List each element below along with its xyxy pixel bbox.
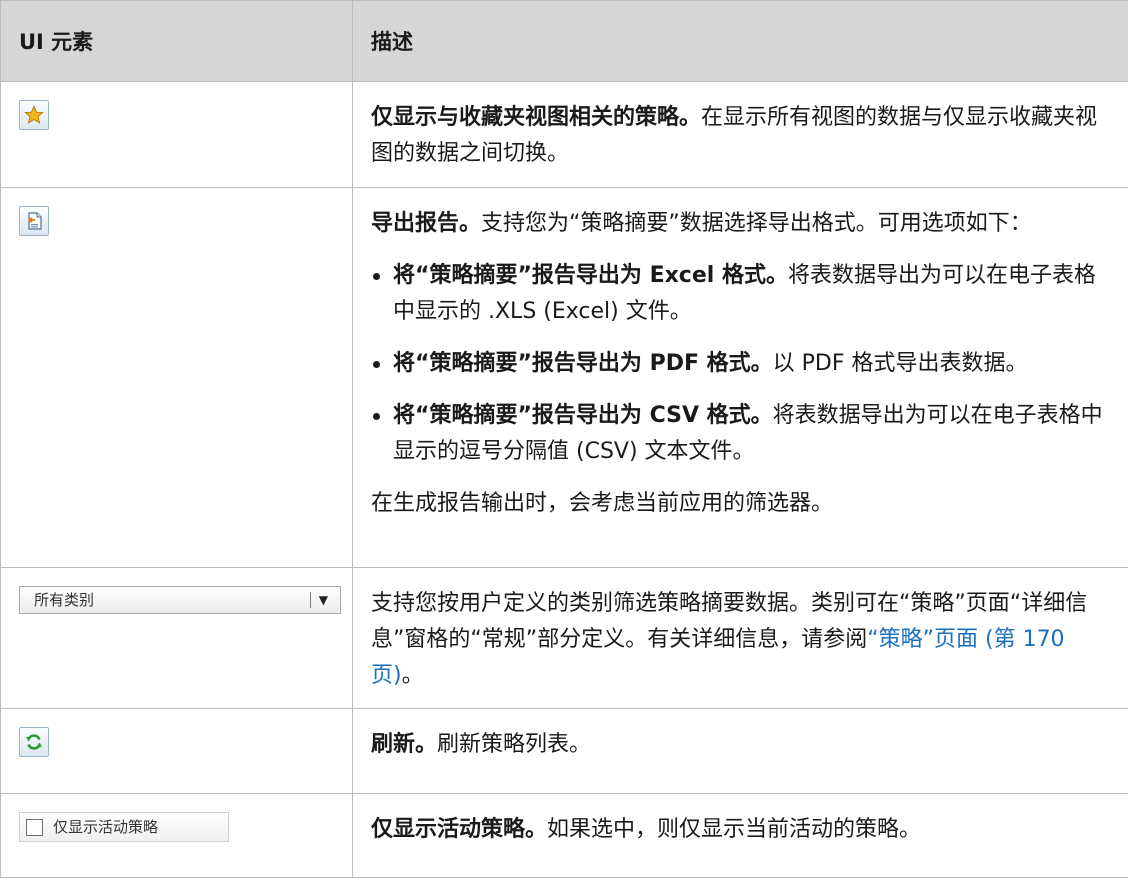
- description-cell: 仅显示活动策略。如果选中，则仅显示当前活动的策略。: [353, 794, 1128, 878]
- favorites-title: 仅显示与收藏夹视图相关的策略。: [371, 105, 701, 130]
- table-row: 所有类别 ▼ 支持您按用户定义的类别筛选策略摘要数据。类别可在“策略”页面“详细…: [1, 568, 1128, 709]
- refresh-button[interactable]: [19, 727, 49, 757]
- table-row: 仅显示活动策略 仅显示活动策略。如果选中，则仅显示当前活动的策略。: [1, 794, 1128, 878]
- ui-cell: [1, 709, 353, 794]
- export-csv-title: 将“策略摘要”报告导出为 CSV 格式。: [393, 403, 773, 428]
- active-policies-checkbox-label: 仅显示活动策略: [53, 809, 158, 845]
- description-cell: 支持您按用户定义的类别筛选策略摘要数据。类别可在“策略”页面“详细信息”窗格的“…: [353, 568, 1128, 709]
- description-cell: 刷新。刷新策略列表。: [353, 709, 1128, 794]
- header-description: 描述: [353, 1, 1128, 82]
- star-icon: [24, 105, 44, 125]
- ui-cell: [1, 188, 353, 568]
- table-row: 仅显示与收藏夹视图相关的策略。在显示所有视图的数据与仅显示收藏夹视图的数据之间切…: [1, 82, 1128, 188]
- checkbox-box[interactable]: [26, 819, 43, 836]
- table-row: 刷新。刷新策略列表。: [1, 709, 1128, 794]
- chevron-down-icon: ▼: [319, 582, 340, 618]
- export-report-icon: [24, 211, 44, 231]
- description-cell: 仅显示与收藏夹视图相关的策略。在显示所有视图的数据与仅显示收藏夹视图的数据之间切…: [353, 82, 1128, 188]
- refresh-title: 刷新。: [371, 732, 437, 757]
- category-end: 。: [402, 663, 424, 688]
- export-pdf-title: 将“策略摘要”报告导出为 PDF 格式。: [393, 351, 773, 376]
- active-description: 仅显示活动策略。如果选中，则仅显示当前活动的策略。: [371, 812, 1110, 848]
- export-title: 导出报告。: [371, 211, 481, 236]
- ui-cell: 所有类别 ▼: [1, 568, 353, 709]
- category-dropdown[interactable]: 所有类别 ▼: [19, 586, 341, 614]
- favorites-description: 仅显示与收藏夹视图相关的策略。在显示所有视图的数据与仅显示收藏夹视图的数据之间切…: [371, 100, 1110, 172]
- active-policies-checkbox[interactable]: 仅显示活动策略: [19, 812, 229, 842]
- export-options-list: 将“策略摘要”报告导出为 Excel 格式。将表数据导出为可以在电子表格中显示的…: [371, 258, 1110, 470]
- refresh-text: 刷新策略列表。: [437, 732, 591, 757]
- table-row: 导出报告。支持您为“策略摘要”数据选择导出格式。可用选项如下： 将“策略摘要”报…: [1, 188, 1128, 568]
- export-pdf-text: 以 PDF 格式导出表数据。: [773, 351, 1028, 376]
- export-text: 支持您为“策略摘要”数据选择导出格式。可用选项如下：: [481, 211, 1032, 236]
- dropdown-divider: [310, 592, 311, 608]
- export-description: 导出报告。支持您为“策略摘要”数据选择导出格式。可用选项如下：: [371, 206, 1110, 242]
- export-excel-title: 将“策略摘要”报告导出为 Excel 格式。: [393, 263, 788, 288]
- active-text: 如果选中，则仅显示当前活动的策略。: [547, 817, 921, 842]
- list-item: 将“策略摘要”报告导出为 Excel 格式。将表数据导出为可以在电子表格中显示的…: [371, 258, 1110, 330]
- ui-cell: 仅显示活动策略: [1, 794, 353, 878]
- refresh-icon: [24, 732, 44, 752]
- category-dropdown-value: 所有类别: [20, 582, 310, 618]
- category-description: 支持您按用户定义的类别筛选策略摘要数据。类别可在“策略”页面“详细信息”窗格的“…: [371, 586, 1110, 694]
- table-header-row: UI 元素 描述: [1, 1, 1128, 82]
- description-cell: 导出报告。支持您为“策略摘要”数据选择导出格式。可用选项如下： 将“策略摘要”报…: [353, 188, 1128, 568]
- export-note: 在生成报告输出时，会考虑当前应用的筛选器。: [371, 486, 1110, 522]
- header-ui-element: UI 元素: [1, 1, 353, 82]
- list-item: 将“策略摘要”报告导出为 CSV 格式。将表数据导出为可以在电子表格中显示的逗号…: [371, 398, 1110, 470]
- favorites-button[interactable]: [19, 100, 49, 130]
- ui-elements-table: UI 元素 描述 仅显示与收藏夹视图相关的策略。在显示所有视图的数据与仅显示收藏…: [0, 0, 1128, 878]
- list-item: 将“策略摘要”报告导出为 PDF 格式。以 PDF 格式导出表数据。: [371, 346, 1110, 382]
- active-title: 仅显示活动策略。: [371, 817, 547, 842]
- refresh-description: 刷新。刷新策略列表。: [371, 727, 1110, 763]
- export-report-button[interactable]: [19, 206, 49, 236]
- ui-cell: [1, 82, 353, 188]
